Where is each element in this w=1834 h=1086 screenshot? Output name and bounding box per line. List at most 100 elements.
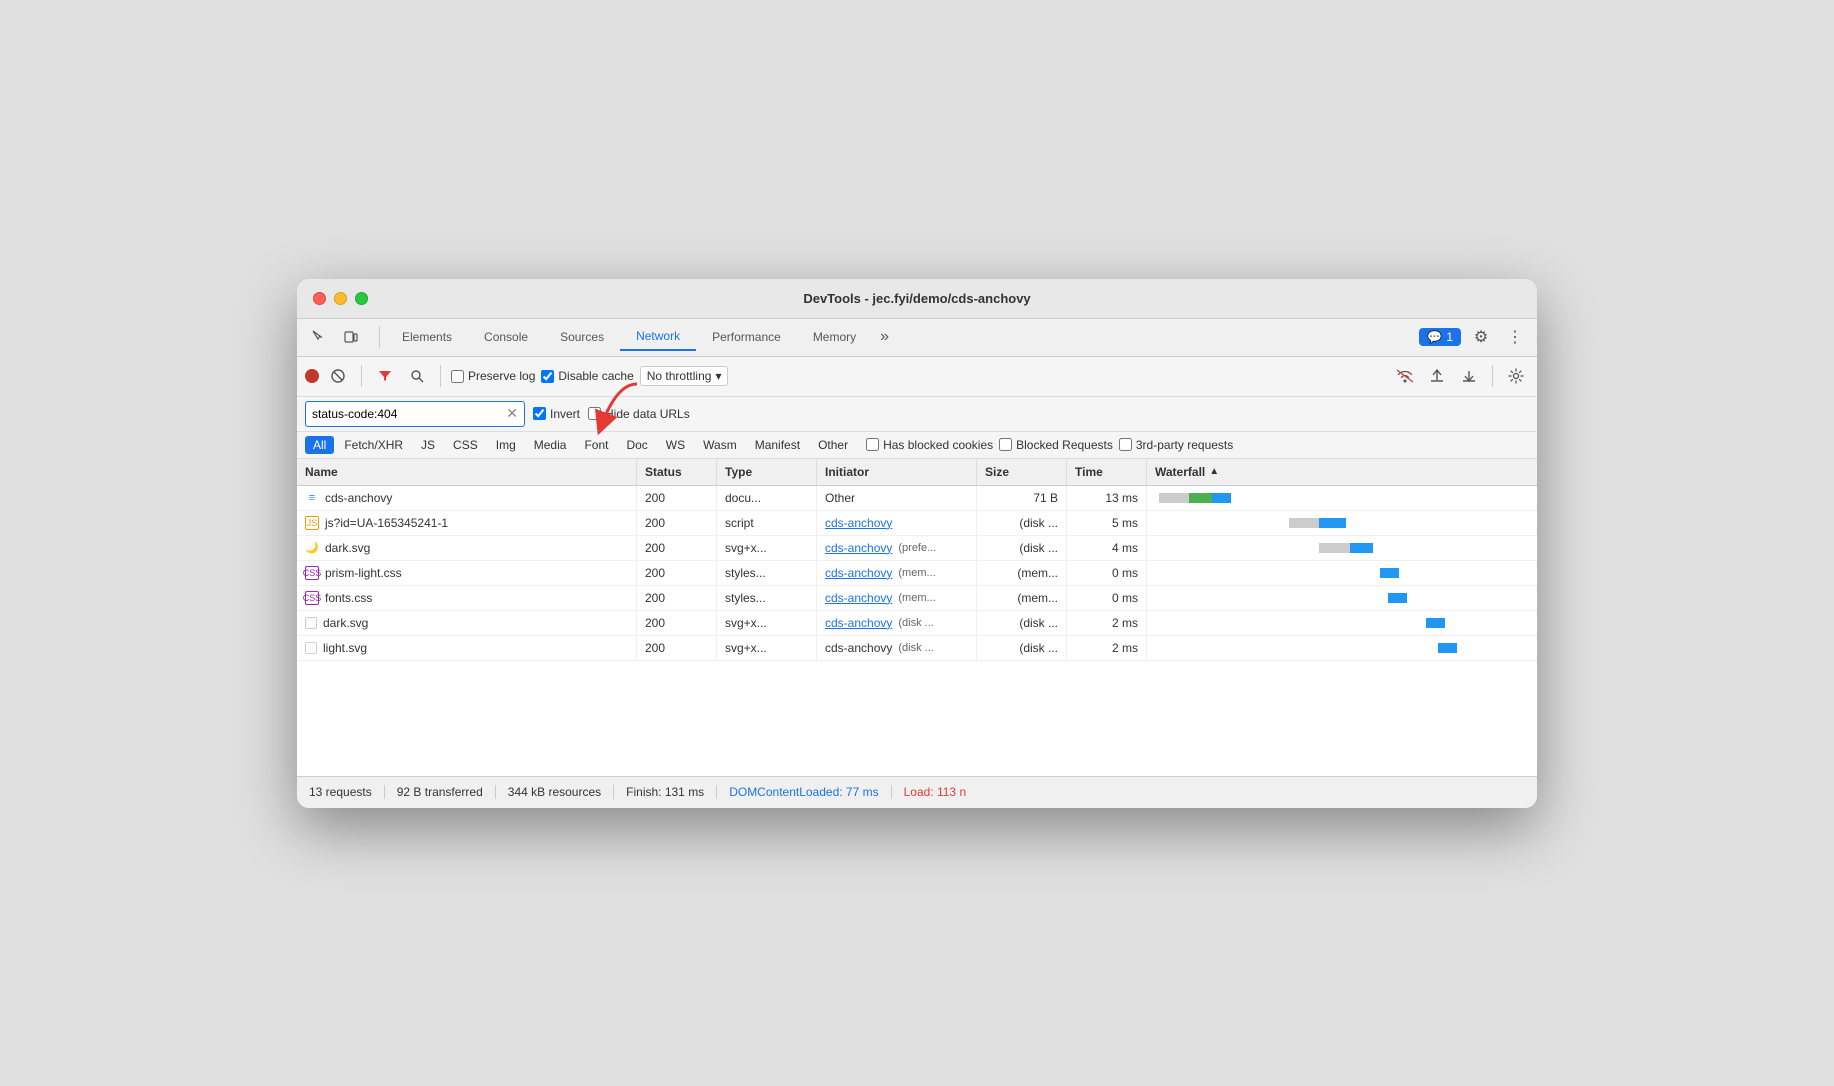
status-transferred: 92 B transferred [385,785,496,799]
td-type: styles... [717,561,817,585]
settings-button[interactable]: ⚙ [1467,323,1495,351]
upload-button[interactable] [1424,363,1450,389]
hide-data-urls-input[interactable] [588,407,601,420]
initiator-link[interactable]: cds-anchovy [825,516,892,530]
download-button[interactable] [1456,363,1482,389]
th-size[interactable]: Size [977,459,1067,485]
window-title: DevTools - jec.fyi/demo/cds-anchovy [803,291,1030,306]
th-waterfall[interactable]: Waterfall ▲ [1147,459,1537,485]
filter-img[interactable]: Img [488,436,524,454]
filter-css[interactable]: CSS [445,436,486,454]
filter-button[interactable] [372,363,398,389]
tab-elements[interactable]: Elements [386,324,468,350]
file-icon-script: JS [305,516,319,530]
filter-ws[interactable]: WS [658,436,693,454]
device-toolbar-button[interactable] [337,323,365,351]
filter-manifest[interactable]: Manifest [747,436,808,454]
th-initiator[interactable]: Initiator [817,459,977,485]
console-messages-badge[interactable]: 💬 1 [1419,328,1461,346]
td-status: 200 [637,486,717,510]
blocked-requests-checkbox[interactable]: Blocked Requests [999,438,1113,452]
filter-js[interactable]: JS [413,436,443,454]
tab-sources[interactable]: Sources [544,324,620,350]
initiator-link[interactable]: cds-anchovy [825,541,892,555]
row-name: dark.svg [325,541,370,555]
td-initiator: Other [817,486,977,510]
td-name: ≡ cds-anchovy [297,486,637,510]
th-status[interactable]: Status [637,459,717,485]
initiator-link[interactable]: cds-anchovy [825,566,892,580]
td-initiator: cds-anchovy (mem... [817,586,977,610]
tab-performance[interactable]: Performance [696,324,797,350]
more-tabs-button[interactable]: » [872,324,897,350]
table-row[interactable]: ≡ cds-anchovy 200 docu... Other 71 B 13 … [297,486,1537,511]
td-waterfall [1147,636,1537,660]
network-settings-button[interactable] [1503,363,1529,389]
disable-cache-input[interactable] [541,370,554,383]
filter-font[interactable]: Font [576,436,616,454]
blocked-requests-input[interactable] [999,438,1012,451]
clear-button[interactable] [325,363,351,389]
tab-network[interactable]: Network [620,323,696,351]
invert-input[interactable] [533,407,546,420]
td-initiator: cds-anchovy [817,511,977,535]
table-row[interactable]: JS js?id=UA-165345241-1 200 script cds-a… [297,511,1537,536]
file-icon-css: CSS [305,566,319,580]
more-options-button[interactable]: ⋮ [1501,323,1529,351]
td-type: docu... [717,486,817,510]
network-conditions-button[interactable] [1392,363,1418,389]
td-status: 200 [637,536,717,560]
preserve-log-input[interactable] [451,370,464,383]
third-party-checkbox[interactable]: 3rd-party requests [1119,438,1233,452]
clear-filter-button[interactable]: ✕ [506,405,518,422]
filter-bar: ✕ Invert Hide data URLs [297,397,1537,432]
maximize-button[interactable] [355,292,368,305]
disable-cache-checkbox[interactable]: Disable cache [541,369,633,383]
table-row[interactable]: CSS fonts.css 200 styles... cds-anchovy … [297,586,1537,611]
third-party-input[interactable] [1119,438,1132,451]
filter-input[interactable] [312,407,502,421]
file-icon-empty2 [305,642,317,654]
initiator-link[interactable]: cds-anchovy [825,616,892,630]
status-finish: Finish: 131 ms [614,785,717,799]
close-button[interactable] [313,292,326,305]
table-row[interactable]: light.svg 200 svg+x... cds-anchovy (disk… [297,636,1537,661]
initiator-link[interactable]: cds-anchovy [825,591,892,605]
disable-cache-label: Disable cache [558,369,633,383]
preserve-log-label: Preserve log [468,369,535,383]
search-button[interactable] [404,363,430,389]
network-toolbar: Preserve log Disable cache No throttling… [297,357,1537,397]
table-row[interactable]: dark.svg 200 svg+x... cds-anchovy (disk … [297,611,1537,636]
has-blocked-cookies-input[interactable] [866,438,879,451]
filter-doc[interactable]: Doc [618,436,655,454]
th-name[interactable]: Name [297,459,637,485]
invert-checkbox[interactable]: Invert [533,407,580,421]
th-time[interactable]: Time [1067,459,1147,485]
file-icon-doc: ≡ [305,491,319,505]
preserve-log-checkbox[interactable]: Preserve log [451,369,535,383]
record-button[interactable] [305,369,319,383]
td-time: 0 ms [1067,586,1147,610]
hide-data-urls-checkbox[interactable]: Hide data URLs [588,407,690,421]
td-time: 2 ms [1067,611,1147,635]
tab-console[interactable]: Console [468,324,544,350]
td-waterfall [1147,586,1537,610]
th-type[interactable]: Type [717,459,817,485]
table-row[interactable]: CSS prism-light.css 200 styles... cds-an… [297,561,1537,586]
inspect-element-button[interactable] [305,323,333,351]
throttle-select[interactable]: No throttling ▾ [640,366,729,386]
has-blocked-cookies-checkbox[interactable]: Has blocked cookies [866,438,993,452]
filter-all[interactable]: All [305,436,334,454]
status-requests: 13 requests [309,785,385,799]
minimize-button[interactable] [334,292,347,305]
filter-other[interactable]: Other [810,436,856,454]
td-size: (disk ... [977,611,1067,635]
td-status: 200 [637,611,717,635]
console-badge-icon: 💬 [1427,330,1442,344]
filter-fetch[interactable]: Fetch/XHR [336,436,411,454]
filter-wasm[interactable]: Wasm [695,436,745,454]
filter-input-wrap[interactable]: ✕ [305,401,525,427]
tab-memory[interactable]: Memory [797,324,872,350]
table-row[interactable]: 🌙 dark.svg 200 svg+x... cds-anchovy (pre… [297,536,1537,561]
filter-media[interactable]: Media [526,436,575,454]
